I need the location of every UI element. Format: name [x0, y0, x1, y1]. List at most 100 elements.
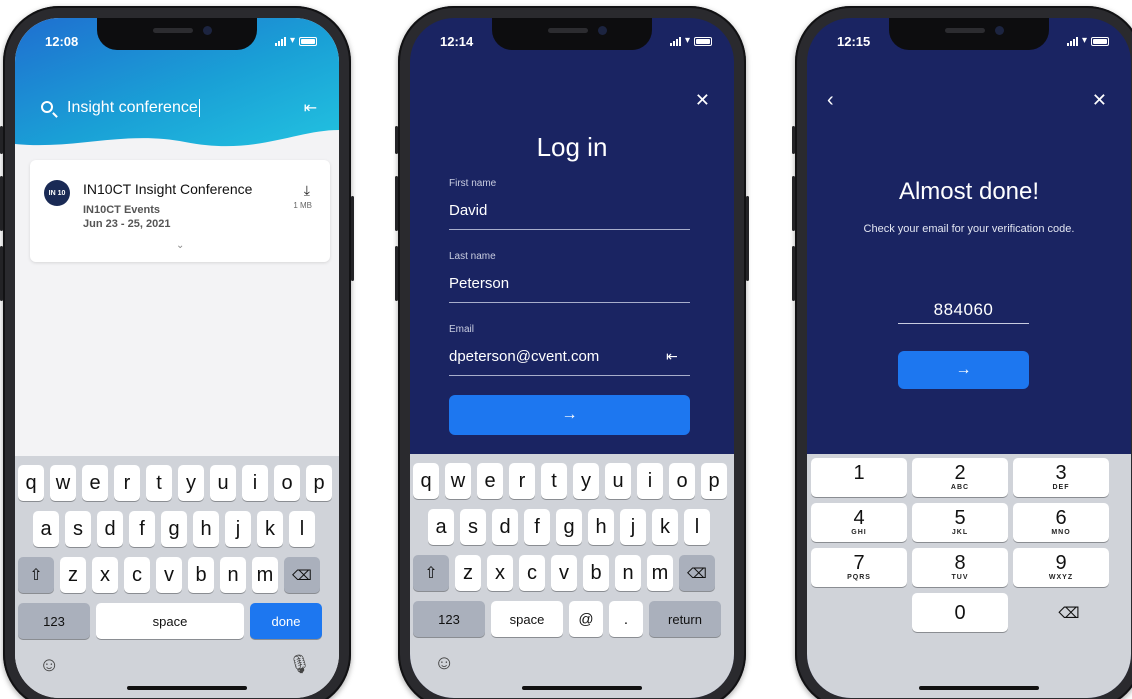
key-n[interactable]: n — [220, 557, 246, 593]
keyboard: qwertyuiop asdfghjkl ⇧ zxcvbnm ⌫ 123 spa… — [15, 456, 339, 698]
space-key[interactable]: space — [491, 601, 563, 637]
key-o[interactable]: o — [274, 465, 300, 501]
key-e[interactable]: e — [477, 463, 503, 499]
key-c[interactable]: c — [124, 557, 150, 593]
key-x[interactable]: x — [487, 555, 513, 591]
space-key[interactable]: space — [96, 603, 244, 639]
key-t[interactable]: t — [541, 463, 567, 499]
shift-key[interactable]: ⇧ — [18, 557, 54, 593]
key-r[interactable]: r — [509, 463, 535, 499]
key-k[interactable]: k — [652, 509, 678, 545]
shift-key[interactable]: ⇧ — [413, 555, 449, 591]
key-w[interactable]: w — [50, 465, 76, 501]
key-m[interactable]: m — [647, 555, 673, 591]
key-u[interactable]: u — [605, 463, 631, 499]
key-z[interactable]: z — [455, 555, 481, 591]
chevron-down-icon[interactable]: ⌄ — [176, 240, 184, 251]
key-q[interactable]: q — [18, 465, 44, 501]
key-e[interactable]: e — [82, 465, 108, 501]
key-i[interactable]: i — [637, 463, 663, 499]
key-p[interactable]: p — [701, 463, 727, 499]
arrow-right-icon: → — [561, 406, 578, 423]
emoji-icon[interactable]: ☺ — [39, 654, 59, 677]
key-d[interactable]: d — [492, 509, 518, 545]
key-g[interactable]: g — [161, 511, 187, 547]
key-j[interactable]: j — [620, 509, 646, 545]
key-f[interactable]: f — [524, 509, 550, 545]
key-s[interactable]: s — [460, 509, 486, 545]
key-x[interactable]: x — [92, 557, 118, 593]
backspace-key[interactable]: ⌫ — [284, 557, 320, 593]
numpad-digit: 6 — [1055, 507, 1067, 529]
key-z[interactable]: z — [60, 557, 86, 593]
key-n[interactable]: n — [615, 555, 641, 591]
numeric-keypad: ⌫ 1 2 ABC 3 DEF 4 GHI 5 JKL 6 MNO 7 PQRS 8 TUV 9 WXYZ 0 — [807, 454, 1131, 698]
numpad-key-1[interactable]: 1 — [811, 458, 907, 497]
search-input[interactable]: Insight conference — [67, 99, 200, 117]
numpad-key-8[interactable]: 8 TUV — [912, 548, 1008, 587]
numpad-key-0[interactable]: 0 — [912, 593, 1008, 632]
at-key[interactable]: @ — [569, 601, 603, 637]
key-u[interactable]: u — [210, 465, 236, 501]
key-d[interactable]: d — [97, 511, 123, 547]
key-a[interactable]: a — [428, 509, 454, 545]
key-y[interactable]: y — [178, 465, 204, 501]
key-h[interactable]: h — [193, 511, 219, 547]
emoji-icon[interactable]: ☺ — [434, 652, 454, 675]
key-k[interactable]: k — [257, 511, 283, 547]
clear-search-icon[interactable]: ⇤ — [304, 98, 317, 118]
numpad-key-2[interactable]: 2 ABC — [912, 458, 1008, 497]
event-result-card[interactable]: IN 10 IN10CT Insight Conference IN10CT E… — [30, 160, 330, 262]
numbers-key[interactable]: 123 — [413, 601, 485, 637]
key-l[interactable]: l — [684, 509, 710, 545]
key-f[interactable]: f — [129, 511, 155, 547]
key-b[interactable]: b — [583, 555, 609, 591]
battery-icon — [694, 36, 712, 46]
key-v[interactable]: v — [156, 557, 182, 593]
key-l[interactable]: l — [289, 511, 315, 547]
key-c[interactable]: c — [519, 555, 545, 591]
key-m[interactable]: m — [252, 557, 278, 593]
close-icon[interactable]: ✕ — [1092, 90, 1107, 111]
numbers-key[interactable]: 123 — [18, 603, 90, 639]
numpad-key-9[interactable]: 9 WXYZ — [1013, 548, 1109, 587]
last-name-field[interactable]: Peterson — [449, 275, 509, 292]
numpad-letters: ABC — [950, 484, 970, 491]
back-chevron-icon[interactable]: ‹ — [827, 89, 834, 112]
numpad-key-3[interactable]: 3 DEF — [1013, 458, 1109, 497]
key-y[interactable]: y — [573, 463, 599, 499]
download-icon[interactable]: ⤓ — [304, 182, 310, 199]
login-submit-button[interactable]: → — [449, 395, 690, 435]
numpad-key-5[interactable]: 5 JKL — [912, 503, 1008, 542]
key-q[interactable]: q — [413, 463, 439, 499]
numpad-key-4[interactable]: 4 GHI — [811, 503, 907, 542]
key-h[interactable]: h — [588, 509, 614, 545]
key-o[interactable]: o — [669, 463, 695, 499]
key-r[interactable]: r — [114, 465, 140, 501]
backspace-key[interactable]: ⌫ — [1021, 593, 1117, 632]
key-a[interactable]: a — [33, 511, 59, 547]
backspace-key[interactable]: ⌫ — [679, 555, 715, 591]
dot-key[interactable]: . — [609, 601, 643, 637]
key-t[interactable]: t — [146, 465, 172, 501]
email-field[interactable]: dpeterson@cvent.com — [449, 348, 599, 365]
key-j[interactable]: j — [225, 511, 251, 547]
numpad-key-7[interactable]: 7 PQRS — [811, 548, 907, 587]
return-key[interactable]: return — [649, 601, 721, 637]
first-name-field[interactable]: David — [449, 202, 487, 219]
key-v[interactable]: v — [551, 555, 577, 591]
key-g[interactable]: g — [556, 509, 582, 545]
key-b[interactable]: b — [188, 557, 214, 593]
done-key[interactable]: done — [250, 603, 322, 639]
key-i[interactable]: i — [242, 465, 268, 501]
close-icon[interactable]: ✕ — [695, 90, 710, 111]
key-w[interactable]: w — [445, 463, 471, 499]
key-p[interactable]: p — [306, 465, 332, 501]
key-s[interactable]: s — [65, 511, 91, 547]
verify-submit-button[interactable]: → — [898, 351, 1029, 389]
verification-code-input[interactable]: 884060 — [898, 300, 1029, 320]
clear-email-icon[interactable]: ⇤ — [666, 348, 678, 365]
signal-icon — [669, 36, 681, 46]
numpad-key-6[interactable]: 6 MNO — [1013, 503, 1109, 542]
microphone-icon[interactable]: 🎙 — [288, 654, 311, 675]
